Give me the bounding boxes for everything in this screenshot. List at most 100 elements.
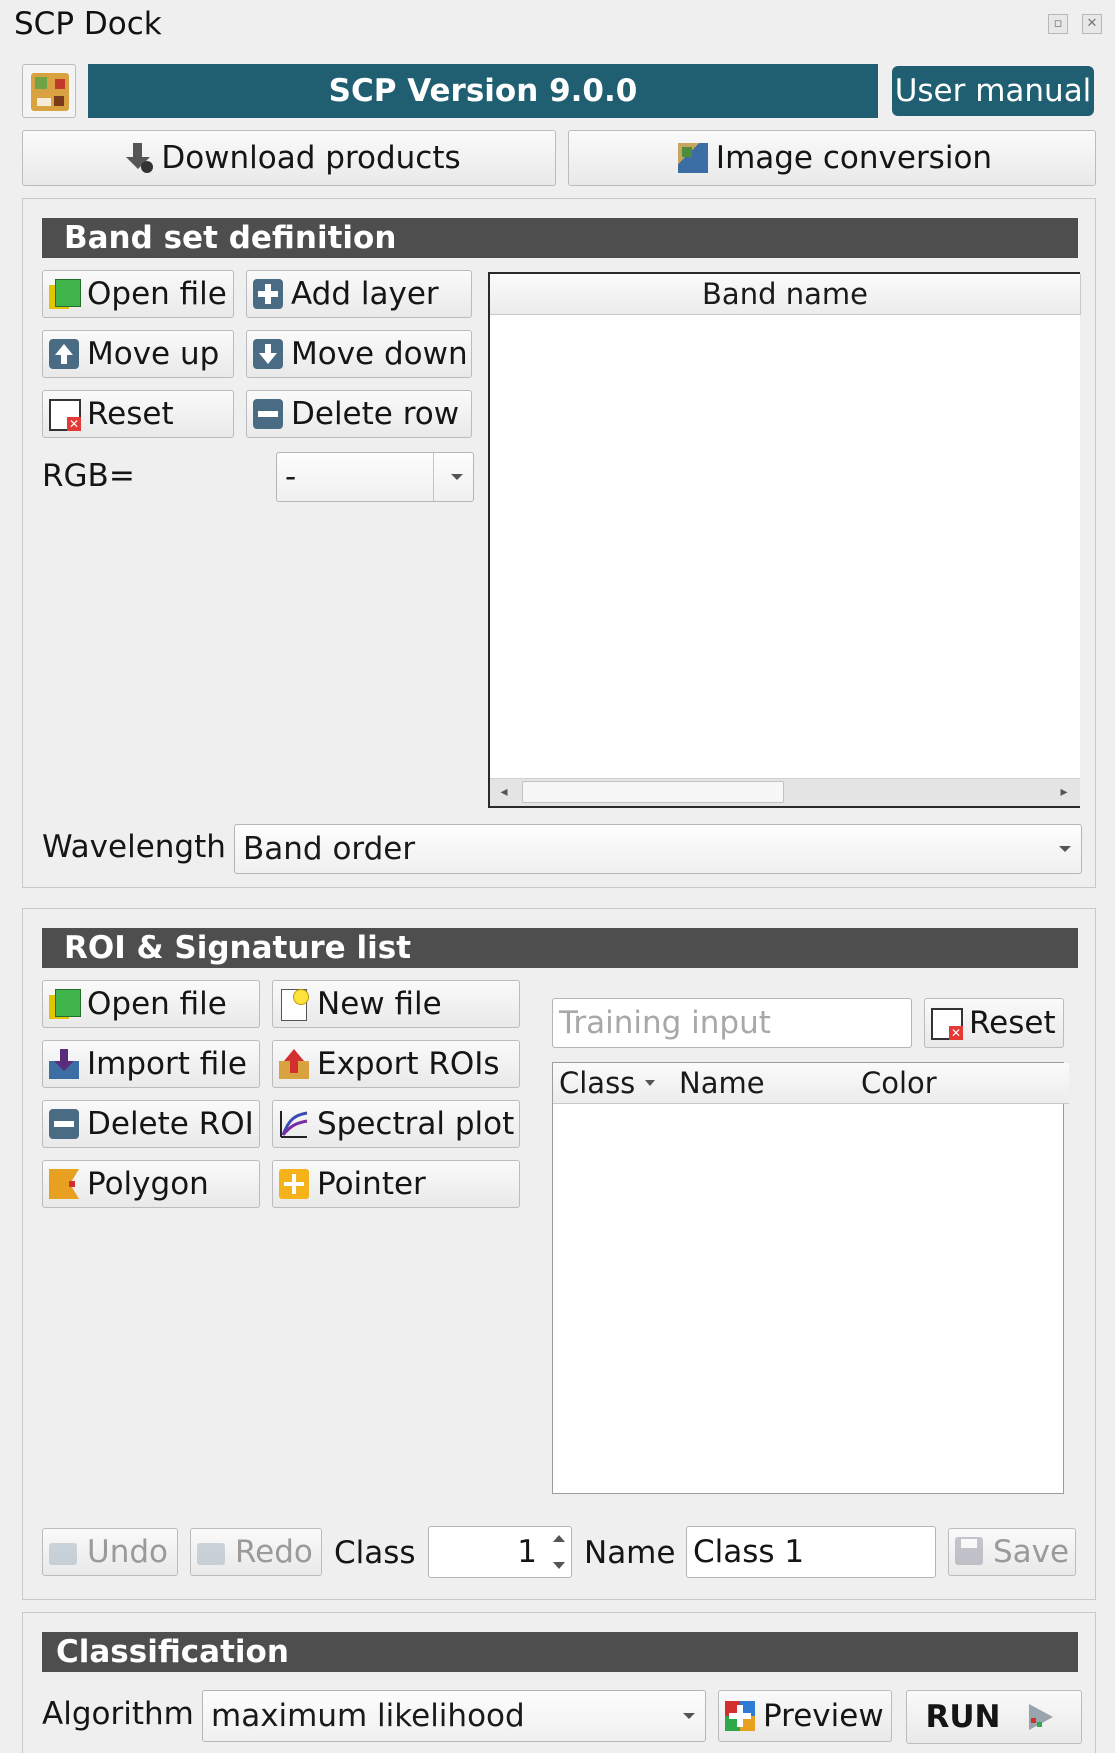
image-conversion-icon [677,143,708,173]
scroll-thumb[interactable] [522,781,784,803]
user-manual-button[interactable]: User manual [892,66,1094,116]
pointer-button[interactable]: Pointer [272,1160,520,1208]
new-file-icon [279,989,309,1021]
training-input-placeholder: Training input [559,1005,771,1041]
bandset-title: Band set definition [64,220,397,256]
delete-roi-button[interactable]: Delete ROI [42,1100,260,1148]
move-up-label: Move up [87,336,220,372]
name-column-header[interactable]: Name [673,1063,862,1104]
delete-row-button[interactable]: Delete row [246,390,472,438]
import-file-button[interactable]: Import file [42,1040,260,1088]
redo-icon [197,1537,227,1567]
spin-up-icon[interactable] [553,1535,565,1542]
move-down-button[interactable]: Move down [246,330,472,378]
name-column-label: Name [679,1066,765,1100]
spectral-plot-label: Spectral plot [317,1106,515,1142]
class-column-label: Class [559,1066,636,1100]
algorithm-label: Algorithm [42,1696,194,1732]
import-file-label: Import file [87,1046,247,1082]
scp-logo-icon[interactable] [22,64,76,118]
class-column-header[interactable]: Class [553,1063,680,1104]
class-value: 1 [517,1534,537,1570]
bandset-header: Band set definition [42,218,1078,258]
undo-icon [49,1537,79,1567]
chevron-down-icon [1059,846,1071,852]
preview-label: Preview [763,1698,884,1734]
horizontal-scrollbar[interactable]: ◂ ▸ [490,778,1080,806]
export-icon [279,1049,309,1079]
redo-label: Redo [235,1534,313,1570]
band-table[interactable]: Band name ◂ ▸ [488,272,1081,808]
name-label: Name [584,1535,676,1571]
name-value: Class 1 [693,1534,805,1570]
reset-icon: ✕ [49,399,81,431]
class-label: Class [334,1535,416,1571]
move-up-button[interactable]: Move up [42,330,234,378]
version-banner: SCP Version 9.0.0 [88,64,878,118]
pointer-label: Pointer [317,1166,426,1202]
undo-label: Undo [87,1534,168,1570]
save-icon [955,1537,985,1567]
band-name-header[interactable]: Band name [490,274,1081,315]
dock-title: SCP Dock [14,6,162,42]
run-button[interactable]: RUN [906,1690,1082,1744]
run-label: RUN [925,1699,1001,1735]
rgb-value: - [285,459,297,495]
image-conversion-label: Image conversion [715,140,993,176]
download-products-button[interactable]: Download products [22,130,556,186]
redo-button[interactable]: Redo [190,1528,322,1576]
delete-row-label: Delete row [291,396,460,432]
polygon-label: Polygon [87,1166,209,1202]
bandset-open-file-label: Open file [87,276,227,312]
minus-icon [253,399,283,429]
training-input[interactable]: Training input [552,998,912,1048]
arrow-up-icon [49,339,79,369]
class-spinbox[interactable]: 1 [428,1526,572,1578]
image-conversion-button[interactable]: Image conversion [568,130,1096,186]
band-name-header-label: Band name [702,277,868,311]
move-down-label: Move down [291,336,468,372]
polygon-button[interactable]: Polygon [42,1160,260,1208]
close-icon[interactable]: ✕ [1082,14,1102,34]
roi-header: ROI & Signature list [42,928,1078,968]
minus-icon [49,1109,79,1139]
version-label: SCP Version 9.0.0 [328,73,638,109]
undo-button[interactable]: Undo [42,1528,178,1576]
bandset-open-file-button[interactable]: Open file [42,270,234,318]
pointer-icon [279,1169,309,1199]
open-file-icon [49,989,81,1019]
wavelength-label: Wavelength [42,829,226,865]
bandset-reset-button[interactable]: ✕ Reset [42,390,234,438]
preview-button[interactable]: Preview [718,1690,892,1742]
roi-reset-label: Reset [969,1005,1056,1041]
export-rois-button[interactable]: Export ROIs [272,1040,520,1088]
new-file-button[interactable]: New file [272,980,520,1028]
signature-table[interactable]: Class Name Color [552,1062,1069,1494]
color-column-header[interactable]: Color [855,1063,1069,1104]
spin-down-icon[interactable] [553,1562,565,1569]
rgb-combo[interactable]: - [276,452,474,502]
spectral-plot-button[interactable]: Spectral plot [272,1100,520,1148]
float-icon[interactable]: ▫ [1048,14,1068,34]
import-icon [49,1049,79,1079]
wavelength-combo[interactable]: Band order [234,824,1082,874]
algorithm-combo[interactable]: maximum likelihood [202,1690,706,1742]
roi-open-file-label: Open file [87,986,227,1022]
spectral-plot-icon [279,1109,309,1139]
preview-icon [725,1701,755,1731]
scroll-left-icon[interactable]: ◂ [490,779,518,805]
download-icon [123,143,154,173]
name-field[interactable]: Class 1 [686,1526,936,1578]
save-button[interactable]: Save [948,1528,1076,1576]
color-column-label: Color [861,1066,937,1100]
add-layer-label: Add layer [291,276,439,312]
roi-reset-button[interactable]: ✕ Reset [924,998,1064,1048]
chevron-down-icon [683,1713,695,1719]
delete-roi-label: Delete ROI [87,1106,254,1142]
add-layer-button[interactable]: Add layer [246,270,472,318]
reset-icon: ✕ [931,1008,963,1040]
scroll-right-icon[interactable]: ▸ [1050,779,1078,805]
wavelength-value: Band order [243,831,416,867]
roi-open-file-button[interactable]: Open file [42,980,260,1028]
chevron-down-icon [451,474,463,480]
